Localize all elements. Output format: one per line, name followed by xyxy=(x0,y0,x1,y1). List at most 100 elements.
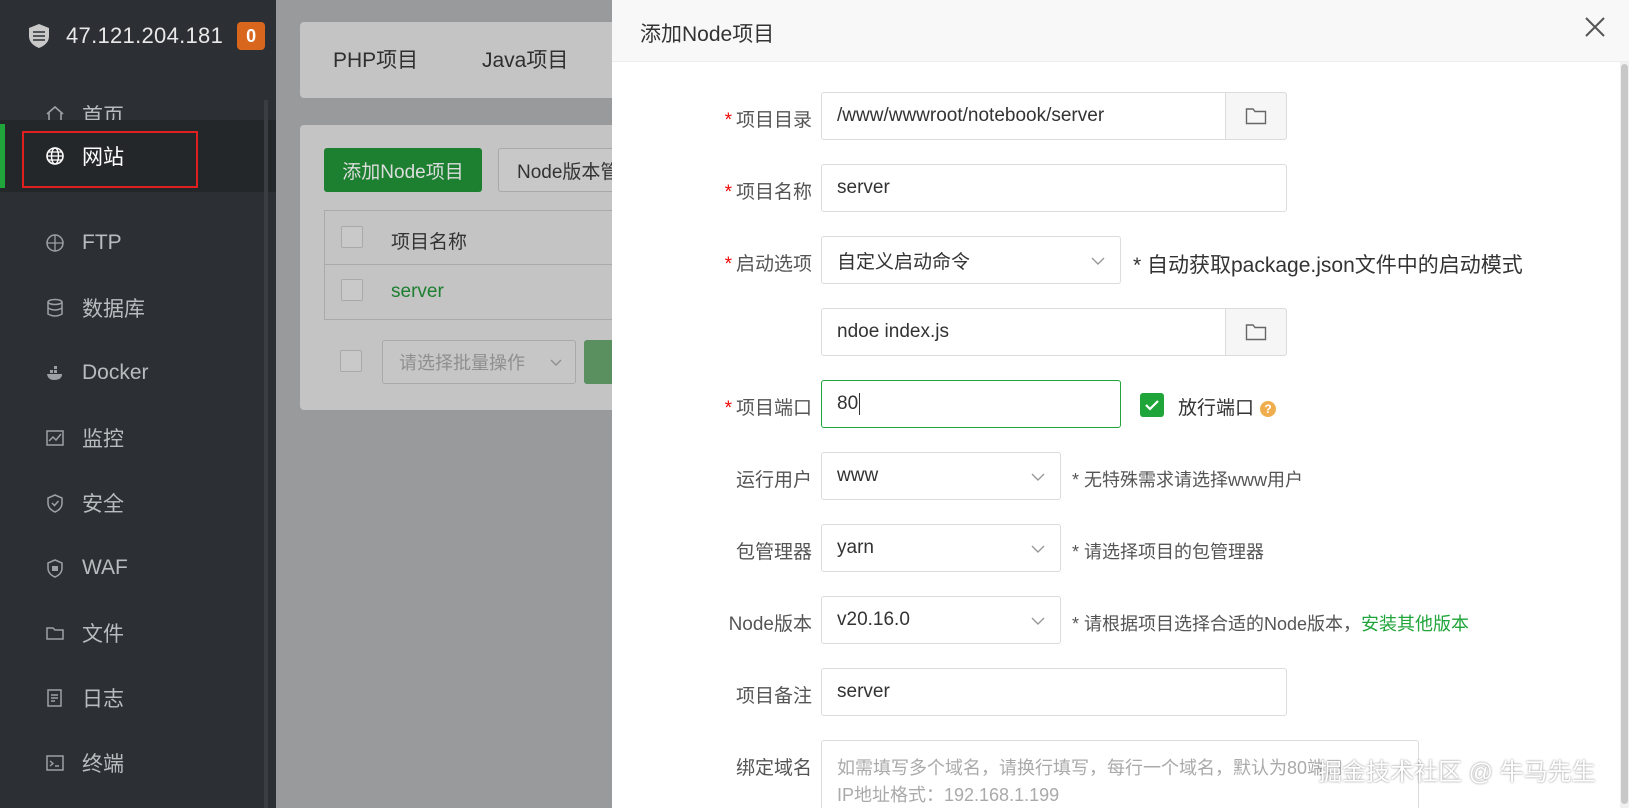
sidebar-item-label: 安全 xyxy=(82,493,124,516)
sidebar-item-label: FTP xyxy=(82,231,122,254)
sidebar-item-waf[interactable]: WAF xyxy=(0,539,276,597)
package-manager-value: yarn xyxy=(837,537,874,558)
project-name-value: server xyxy=(837,177,890,198)
batch-placeholder: 请选择批量操作 xyxy=(399,353,525,373)
chevron-down-icon xyxy=(1031,617,1045,625)
sidebar-item-ftp[interactable]: FTP xyxy=(0,214,276,272)
project-name-input[interactable]: server xyxy=(821,164,1287,212)
sidebar-item-terminal[interactable]: 终端 xyxy=(0,734,276,792)
folder-icon xyxy=(1245,108,1267,125)
column-header-name: 项目名称 xyxy=(391,232,468,253)
package-manager-select[interactable]: yarn xyxy=(821,524,1061,572)
sidebar-scrollbar[interactable] xyxy=(264,100,268,808)
folder-icon xyxy=(1245,324,1267,341)
remark-value: server xyxy=(837,681,890,702)
sidebar: 47.121.204.181 0 首页 网站 FTP 数据库 Docker 监控 xyxy=(0,0,276,808)
label-project-dir: * 项目目录 xyxy=(724,110,812,131)
table-header: 项目名称 xyxy=(325,211,629,265)
batch-select-checkbox[interactable] xyxy=(340,350,362,372)
tab-java[interactable]: Java项目 xyxy=(482,44,568,74)
waf-icon xyxy=(44,557,66,579)
run-user-select[interactable]: www xyxy=(821,452,1061,500)
start-option-value: 自定义启动命令 xyxy=(837,251,971,273)
row-checkbox[interactable] xyxy=(341,279,363,301)
node-version-select[interactable]: v20.16.0 xyxy=(821,596,1061,644)
chevron-down-icon xyxy=(1031,473,1045,481)
folder-icon xyxy=(44,622,66,644)
tab-php[interactable]: PHP项目 xyxy=(333,44,418,74)
project-port-value: 80 xyxy=(837,393,859,414)
sidebar-item-label: 文件 xyxy=(82,623,124,646)
docker-icon xyxy=(44,362,66,384)
start-command-value: ndoe index.js xyxy=(837,321,949,342)
open-port-label[interactable]: 放行端口? xyxy=(1178,393,1277,420)
label-run-user: 运行用户 xyxy=(735,470,812,491)
label-start-option: * 启动选项 xyxy=(724,254,812,275)
monitor-icon xyxy=(44,427,66,449)
package-manager-hint: * 请选择项目的包管理器 xyxy=(1072,542,1265,562)
sidebar-item-label: 监控 xyxy=(82,428,124,451)
select-all-checkbox[interactable] xyxy=(341,226,363,248)
project-dir-value: /www/wwwroot/notebook/server xyxy=(837,105,1105,126)
install-other-version-link[interactable]: 安装其他版本 xyxy=(1361,614,1469,634)
run-user-hint: * 无特殊需求请选择www用户 xyxy=(1072,470,1304,490)
server-ip[interactable]: 47.121.204.181 xyxy=(66,23,223,49)
terminal-icon xyxy=(44,752,66,774)
chevron-down-icon xyxy=(1031,545,1045,553)
close-icon[interactable] xyxy=(1582,14,1608,40)
remark-input[interactable]: server xyxy=(821,668,1287,716)
watermark: 掘金技术社区 @ 牛马先生 xyxy=(1318,759,1596,786)
project-dir-input[interactable]: /www/wwwroot/notebook/server xyxy=(821,92,1287,140)
sidebar-item-database[interactable]: 数据库 xyxy=(0,279,276,337)
start-option-hint: * 自动获取package.json文件中的启动模式 xyxy=(1133,254,1523,277)
label-package-manager: 包管理器 xyxy=(735,542,812,563)
label-project-name: * 项目名称 xyxy=(724,182,812,203)
browse-command-button[interactable] xyxy=(1225,308,1287,356)
chevron-down-icon xyxy=(1091,257,1105,265)
sidebar-item-label: WAF xyxy=(82,556,128,579)
sidebar-item-security[interactable]: 安全 xyxy=(0,474,276,532)
dialog-scrollbar[interactable] xyxy=(1620,62,1629,808)
project-tabs: PHP项目 Java项目 xyxy=(300,22,630,98)
sidebar-item-label: 终端 xyxy=(82,753,124,776)
label-remark: 项目备注 xyxy=(735,686,812,707)
database-icon xyxy=(44,297,66,319)
label-bind-domain: 绑定域名 xyxy=(735,758,812,779)
highlight-box xyxy=(22,131,198,188)
log-icon xyxy=(44,687,66,709)
add-node-project-dialog: 添加Node项目 * 项目目录 /www/wwwroot/notebook/ser… xyxy=(612,0,1629,808)
run-user-value: www xyxy=(837,465,879,486)
project-port-input[interactable]: 80 xyxy=(821,380,1121,428)
check-icon xyxy=(1145,400,1159,411)
shield-icon xyxy=(44,492,66,514)
ftp-icon xyxy=(44,232,66,254)
help-icon[interactable]: ? xyxy=(1260,401,1277,417)
sidebar-item-monitor[interactable]: 监控 xyxy=(0,409,276,467)
sidebar-item-files[interactable]: 文件 xyxy=(0,604,276,662)
dialog-title: 添加Node项目 xyxy=(640,23,775,46)
dialog-header: 添加Node项目 xyxy=(612,0,1629,62)
sidebar-item-label: Docker xyxy=(82,361,149,384)
sidebar-item-label: 日志 xyxy=(82,688,124,711)
label-project-port: * 项目端口 xyxy=(724,398,812,419)
batch-operation-select[interactable]: 请选择批量操作 xyxy=(382,340,576,384)
sidebar-item-docker[interactable]: Docker xyxy=(0,344,276,402)
browse-dir-button[interactable] xyxy=(1225,92,1287,140)
start-option-select[interactable]: 自定义启动命令 xyxy=(821,236,1121,284)
sidebar-header: 47.121.204.181 0 xyxy=(0,0,276,72)
notification-badge[interactable]: 0 xyxy=(237,22,266,50)
label-node-version: Node版本 xyxy=(728,614,812,635)
node-version-hint: * 请根据项目选择合适的Node版本，安装其他版本 xyxy=(1072,614,1470,634)
text-caret xyxy=(859,393,861,415)
project-table: 项目名称 server xyxy=(324,210,630,320)
start-command-input[interactable]: ndoe index.js xyxy=(821,308,1287,356)
open-port-checkbox[interactable] xyxy=(1140,393,1164,417)
sidebar-item-logs[interactable]: 日志 xyxy=(0,669,276,727)
table-row-name[interactable]: server xyxy=(391,281,444,303)
add-node-project-button[interactable]: 添加Node项目 xyxy=(324,148,482,192)
server-logo-icon xyxy=(26,23,52,49)
chevron-down-icon xyxy=(550,359,562,366)
scrollbar-thumb[interactable] xyxy=(1621,64,1628,804)
node-version-value: v20.16.0 xyxy=(837,609,910,630)
sidebar-item-label: 数据库 xyxy=(82,298,145,321)
